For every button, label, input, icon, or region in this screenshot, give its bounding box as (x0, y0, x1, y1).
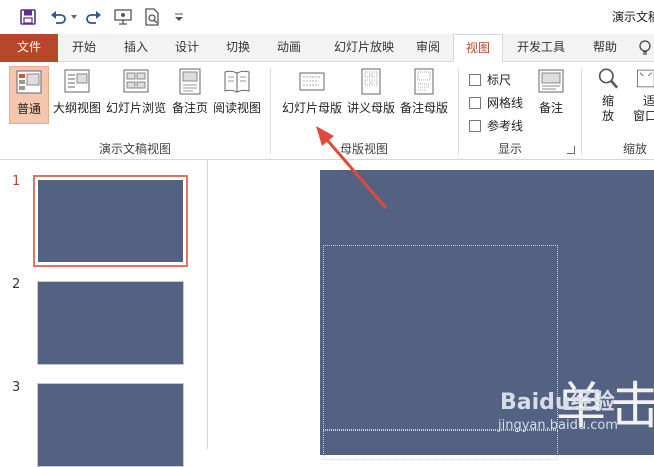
annotation-arrow (0, 0, 654, 449)
watermark-url: jingyan.baidu.com (498, 418, 618, 433)
watermark-brand: Baidu经验 (500, 390, 615, 415)
baidu-watermark: Baidu经验 jingyan.baidu.com (500, 384, 615, 416)
